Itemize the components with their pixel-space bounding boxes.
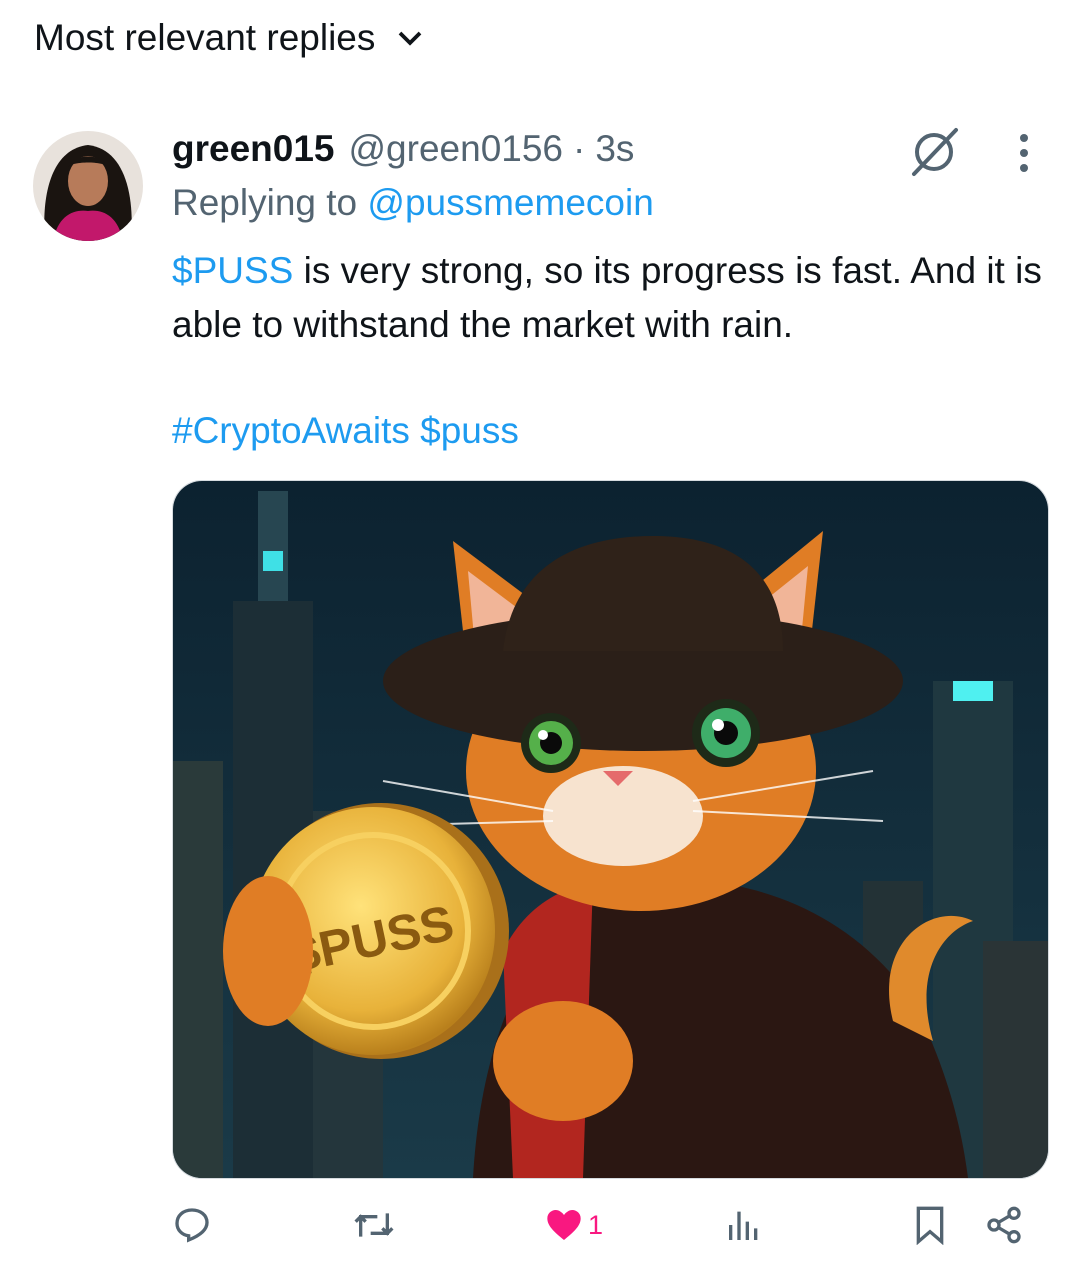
tweet-image[interactable]: $PUSS [172,480,1049,1179]
tweet-text: $PUSS is very strong, so its progress is… [172,244,1052,352]
avatar[interactable] [33,131,143,241]
bookmark-button[interactable] [910,1195,950,1255]
reply-icon [175,1208,209,1243]
chevron-down-icon [399,31,422,46]
heart-filled-icon [547,1210,581,1240]
sort-label: Most relevant replies [34,17,376,58]
timestamp[interactable]: 3s [595,128,634,170]
replying-label: Replying to [172,182,358,223]
tweet-hashtags: #CryptoAwaits $puss [172,410,519,452]
reply-button[interactable] [172,1195,212,1255]
views-button[interactable] [724,1195,764,1255]
replying-to: Replying to @pussmemecoin [172,182,654,224]
more-options-icon[interactable] [1008,130,1040,176]
tweet-text-rest: is very strong, so its progress is fast.… [172,250,1042,345]
cashtag-link-puss[interactable]: $PUSS [172,250,293,291]
like-button[interactable]: 1 [544,1195,603,1255]
share-icon [987,1206,1021,1244]
retweet-button[interactable] [352,1195,396,1255]
sort-dropdown[interactable]: Most relevant replies [34,14,425,62]
separator-dot: · [573,128,586,169]
cashtag-link[interactable]: $puss [420,410,519,451]
share-button[interactable] [984,1195,1024,1255]
grok-icon[interactable] [906,124,962,180]
retweet-icon [354,1213,394,1237]
bookmark-icon [916,1206,944,1245]
author-handle[interactable]: @green0156 [349,128,564,170]
author-name[interactable]: green015 [172,128,335,170]
cat-coin-illustration: $PUSS [173,481,1048,1178]
tweet-header: green015 @green0156 · 3s [172,124,930,174]
tweet-action-bar: 1 [172,1195,1056,1255]
views-icon [729,1211,758,1240]
hashtag-link[interactable]: #CryptoAwaits [172,410,410,451]
like-count: 1 [588,1209,604,1240]
replying-mention[interactable]: @pussmemecoin [367,182,653,223]
